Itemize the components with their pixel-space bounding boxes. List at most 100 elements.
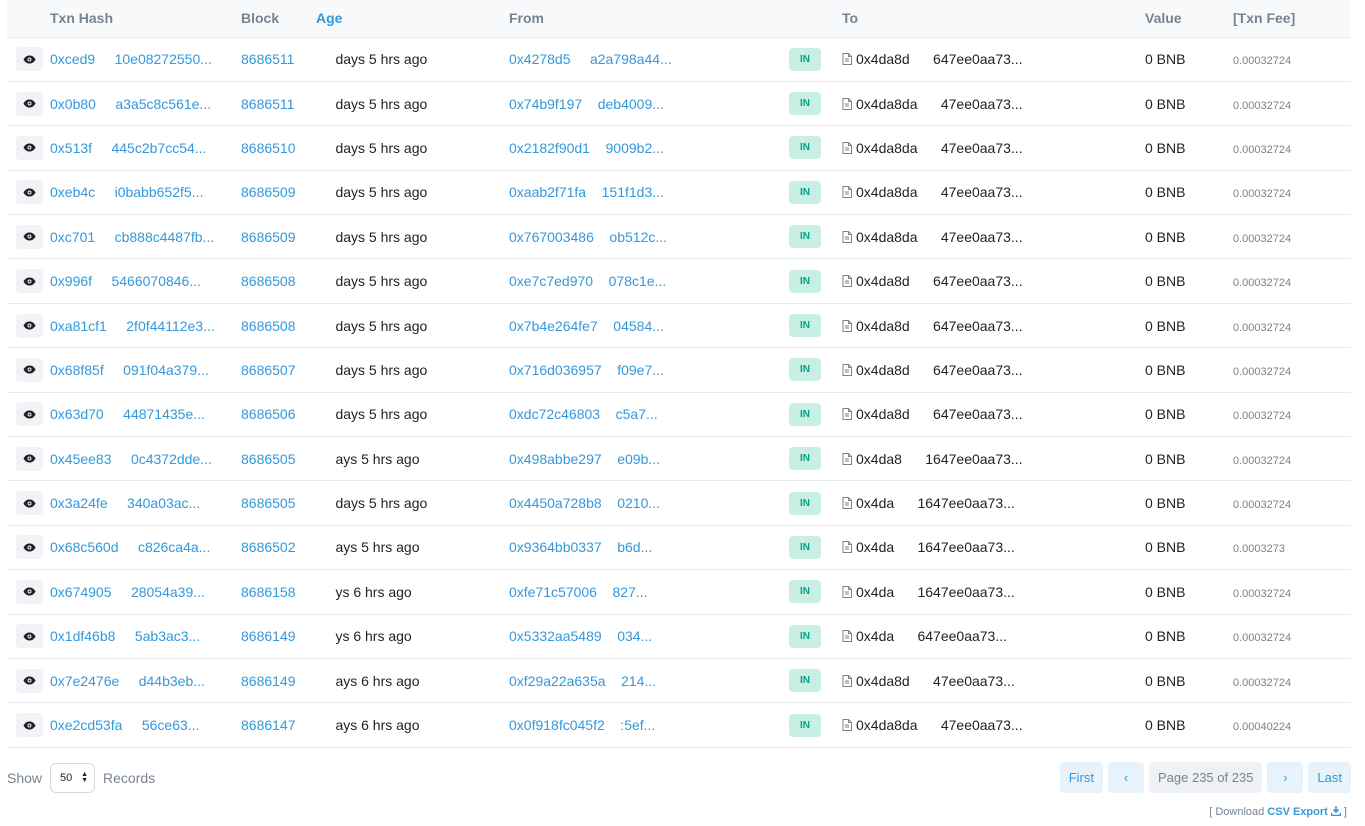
document-icon — [842, 141, 852, 154]
from-address-link[interactable]: 0xfe71c57006 827... — [509, 584, 648, 600]
txn-hash-link[interactable]: 0xa81cf1 2f0f44112e3... — [50, 318, 215, 334]
table-row: 0xc701 cb888c4487fb... 8686509 days 5 hr… — [7, 215, 1351, 259]
view-details-button[interactable] — [16, 269, 43, 294]
txn-fee-text: 0.00032724 — [1233, 188, 1292, 201]
block-link[interactable]: 8686508 — [241, 318, 296, 334]
txn-hash-link[interactable]: 0x3a24fe 340a03ac... — [50, 495, 200, 511]
prev-page-button[interactable]: ‹ — [1108, 762, 1144, 793]
block-link[interactable]: 8686508 — [241, 273, 296, 289]
header-age-toggle[interactable]: Age — [316, 0, 509, 37]
eye-icon — [23, 543, 36, 552]
txn-hash-link[interactable]: 0x0b80 a3a5c8c561e... — [50, 96, 211, 112]
block-link[interactable]: 8686147 — [241, 717, 296, 733]
from-address-link[interactable]: 0xe7c7ed970 078c1e... — [509, 273, 666, 289]
table-row: 0x513f 445c2b7cc54... 8686510 days 5 hrs… — [7, 126, 1351, 171]
txn-hash-link[interactable]: 0xc701 cb888c4487fb... — [50, 229, 214, 245]
block-link[interactable]: 8686502 — [241, 539, 296, 555]
csv-close-bracket: ] — [1340, 806, 1347, 818]
last-page-button[interactable]: Last — [1308, 762, 1351, 793]
block-link[interactable]: 8686509 — [241, 229, 296, 245]
block-link[interactable]: 8686505 — [241, 495, 296, 511]
view-details-button[interactable] — [16, 357, 43, 382]
direction-badge: IN — [789, 136, 821, 160]
age-text: days 5 hrs ago — [316, 95, 428, 112]
header-txn-fee-toggle[interactable]: [Txn Fee] — [1233, 0, 1351, 37]
from-address-link[interactable]: 0x498abbe297 e09b... — [509, 451, 660, 467]
block-link[interactable]: 8686149 — [241, 673, 296, 689]
view-details-button[interactable] — [16, 47, 43, 72]
first-page-button[interactable]: First — [1059, 762, 1103, 793]
txn-hash-link[interactable]: 0xeb4c i0babb652f5... — [50, 184, 203, 200]
document-icon — [842, 408, 852, 421]
header-block: Block — [241, 10, 280, 27]
view-details-button[interactable] — [16, 579, 43, 604]
age-text: days 5 hrs ago — [316, 406, 428, 423]
from-address-link[interactable]: 0x74b9f197 deb4009... — [509, 96, 664, 112]
from-address-link[interactable]: 0x4278d5 a2a798a44... — [509, 51, 672, 67]
eye-icon — [23, 721, 36, 730]
table-row: 0x674905 28054a39... 8686158 ys 6 hrs ag… — [7, 570, 1351, 615]
view-details-button[interactable] — [16, 491, 43, 516]
next-page-button[interactable]: › — [1267, 762, 1304, 793]
view-details-button[interactable] — [16, 135, 43, 160]
value-text: 0 BNB — [1145, 406, 1186, 423]
from-address-link[interactable]: 0x7b4e264fe7 04584... — [509, 318, 664, 334]
block-link[interactable]: 8686511 — [241, 51, 294, 67]
table-row: 0xe2cd53fa 56ce63... 8686147 ays 6 hrs a… — [7, 703, 1351, 748]
view-details-button[interactable] — [16, 224, 43, 249]
txn-hash-link[interactable]: 0x68c560d c826ca4a... — [50, 539, 210, 555]
to-address-text: 0x4da8d 47ee0aa73... — [856, 672, 1015, 689]
txn-hash-link[interactable]: 0x996f 5466070846... — [50, 273, 201, 289]
from-address-link[interactable]: 0xdc72c46803 c5a7... — [509, 406, 658, 422]
from-address-link[interactable]: 0xaab2f71fa 151f1d3... — [509, 184, 664, 200]
txn-hash-link[interactable]: 0x513f 445c2b7cc54... — [50, 140, 206, 156]
direction-badge: IN — [789, 314, 821, 338]
eye-icon — [23, 321, 36, 330]
txn-hash-link[interactable]: 0x1df46b8 5ab3ac3... — [50, 628, 200, 644]
view-details-button[interactable] — [16, 668, 43, 693]
to-address-text: 0x4da8d 647ee0aa73... — [856, 273, 1023, 290]
csv-export-link[interactable]: CSV Export — [1267, 806, 1342, 818]
value-text: 0 BNB — [1145, 139, 1186, 156]
txn-hash-link[interactable]: 0x63d70 44871435e... — [50, 406, 205, 422]
records-select[interactable]: 50 ▲ ▼ — [50, 763, 96, 793]
block-link[interactable]: 8686509 — [241, 184, 296, 200]
txn-hash-link[interactable]: 0x674905 28054a39... — [50, 584, 205, 600]
view-details-button[interactable] — [16, 180, 43, 205]
view-details-button[interactable] — [16, 91, 43, 116]
block-link[interactable]: 8686505 — [241, 451, 296, 467]
view-cell — [7, 437, 50, 481]
from-address-link[interactable]: 0x2182f90d1 9009b2... — [509, 140, 664, 156]
txn-hash-link[interactable]: 0xe2cd53fa 56ce63... — [50, 717, 199, 733]
view-details-button[interactable] — [16, 446, 43, 471]
txn-hash-link[interactable]: 0x68f85f 091f04a379... — [50, 362, 209, 378]
view-details-button[interactable] — [16, 535, 43, 560]
from-address-link[interactable]: 0x0f918fc045f2 :5ef... — [509, 717, 655, 733]
eye-icon — [23, 277, 36, 286]
to-address-text: 0x4da8da 47ee0aa73... — [856, 228, 1023, 245]
txn-hash-link[interactable]: 0x7e2476e d44b3eb... — [50, 673, 205, 689]
block-link[interactable]: 8686158 — [241, 584, 296, 600]
from-address-link[interactable]: 0x767003486 ob512c... — [509, 229, 667, 245]
view-details-button[interactable] — [16, 402, 43, 427]
age-text: days 5 hrs ago — [316, 317, 428, 334]
view-details-button[interactable] — [16, 624, 43, 649]
block-link[interactable]: 8686510 — [241, 140, 296, 156]
block-link[interactable]: 8686506 — [241, 406, 296, 422]
eye-icon — [23, 676, 36, 685]
view-details-button[interactable] — [16, 713, 43, 738]
table-row: 0x45ee83 0c4372dde... 8686505 ays 5 hrs … — [7, 437, 1351, 481]
txn-fee-text: 0.00032724 — [1233, 232, 1292, 245]
from-address-link[interactable]: 0x716d036957 f09e7... — [509, 362, 664, 378]
from-address-link[interactable]: 0xf29a22a635a 214... — [509, 673, 656, 689]
block-link[interactable]: 8686149 — [241, 628, 296, 644]
from-address-link[interactable]: 0x5332aa5489 034... — [509, 628, 652, 644]
block-link[interactable]: 8686511 — [241, 96, 294, 112]
block-link[interactable]: 8686507 — [241, 362, 296, 378]
txn-hash-link[interactable]: 0xced9 10e08272550... — [50, 51, 212, 67]
view-details-button[interactable] — [16, 313, 43, 338]
from-address-link[interactable]: 0x9364bb0337 b6d... — [509, 539, 652, 555]
to-address-text: 0x4da 1647ee0aa73... — [856, 495, 1015, 512]
txn-hash-link[interactable]: 0x45ee83 0c4372dde... — [50, 451, 212, 467]
from-address-link[interactable]: 0x4450a728b8 0210... — [509, 495, 660, 511]
